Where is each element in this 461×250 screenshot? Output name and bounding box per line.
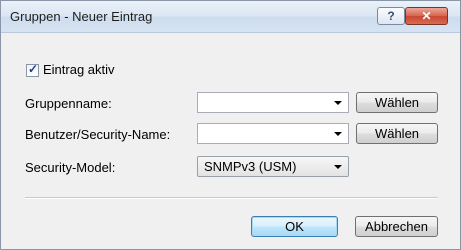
choose-group-button[interactable]: Wählen (356, 92, 438, 113)
user-name-combobox[interactable] (197, 123, 349, 144)
title-bar[interactable]: Gruppen - Neuer Eintrag ? ✕ (1, 1, 460, 33)
choose-user-button[interactable]: Wählen (356, 123, 438, 144)
dialog-window: Gruppen - Neuer Eintrag ? ✕ ✓ Eintrag ak… (0, 0, 461, 250)
user-name-label: Benutzer/Security-Name: (25, 127, 171, 142)
security-model-label: Security-Model: (25, 160, 116, 175)
active-checkbox[interactable]: ✓ (26, 62, 39, 77)
ok-button[interactable]: OK (251, 216, 338, 237)
security-model-value: SNMPv3 (USM) (204, 159, 297, 174)
window-title: Gruppen - Neuer Eintrag (10, 9, 153, 24)
chevron-down-icon[interactable] (334, 101, 342, 105)
help-button[interactable]: ? (377, 7, 405, 25)
close-icon: ✕ (421, 9, 432, 23)
cancel-button[interactable]: Abbrechen (355, 216, 438, 237)
help-icon: ? (387, 9, 395, 23)
security-model-select[interactable]: SNMPv3 (USM) (197, 156, 349, 177)
close-button[interactable]: ✕ (405, 7, 448, 25)
divider (25, 197, 438, 199)
chevron-down-icon[interactable] (334, 132, 342, 136)
group-name-label: Gruppenname: (25, 96, 112, 111)
group-name-combobox[interactable] (197, 92, 349, 113)
checkmark-icon: ✓ (28, 62, 39, 76)
chevron-down-icon (334, 165, 342, 169)
active-checkbox-label[interactable]: Eintrag aktiv (43, 62, 115, 77)
